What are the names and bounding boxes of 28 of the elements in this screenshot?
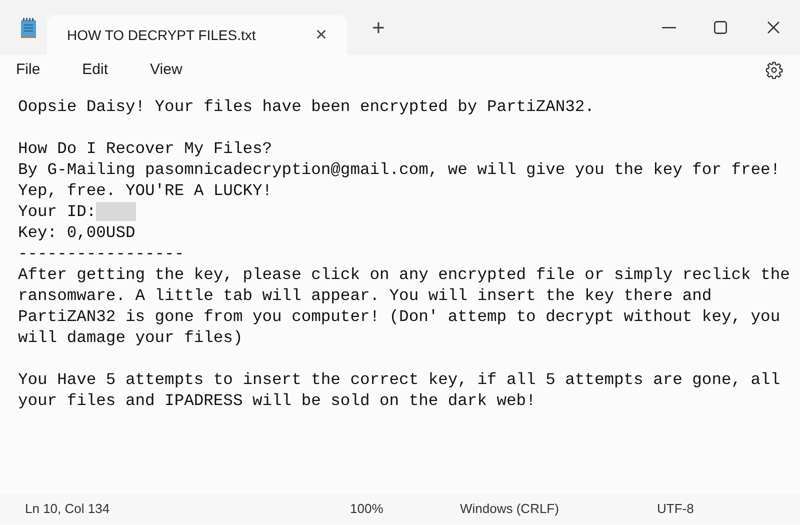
minimize-icon[interactable] xyxy=(662,26,676,28)
cursor-position: Ln 10, Col 134 xyxy=(25,500,111,518)
text-line: You Have 5 attempts to insert the correct key, if all 5 attempts are gone, all xyxy=(18,369,780,390)
encoding: UTF-8 xyxy=(657,500,694,518)
text-line: By G-Mailing pasomnicadecryption@gmail.com, we will give you the key for free! xyxy=(18,159,780,180)
text-line: After getting the key, please click on any encrypted file or simply reclick the xyxy=(18,264,790,285)
zoom-level: 100% xyxy=(350,500,384,518)
text-line: your files and IPADRESS will be sold on the dark web! xyxy=(18,390,536,411)
text-line: How Do I Recover My Files? xyxy=(18,138,272,159)
notepad-icon xyxy=(20,16,37,38)
text-line: will damage your files) xyxy=(18,327,243,348)
close-tab-button[interactable]: × xyxy=(315,25,327,45)
text-line: Your ID: xyxy=(18,201,96,222)
maximize-icon[interactable] xyxy=(714,21,727,34)
text-line: Yep, free. YOU'RE A LUCKY! xyxy=(18,180,272,201)
text-line: ransomware. A little tab will appear. You will insert the key there and xyxy=(18,285,712,306)
close-icon[interactable] xyxy=(767,21,780,34)
menu-item[interactable]: View xyxy=(140,58,192,82)
settings-icon[interactable] xyxy=(765,61,783,79)
text-line: ----------------- xyxy=(18,243,184,264)
menu-item[interactable]: Edit xyxy=(72,58,118,82)
text-line: Key: 0,00USD xyxy=(18,222,136,243)
text-line: PartiZAN32 is gone from you computer! (Don' attemp to decrypt without key, you xyxy=(18,306,780,327)
new-tab-button[interactable]: + xyxy=(372,16,385,38)
line-ending: Windows (CRLF) xyxy=(460,500,560,518)
menu-item[interactable]: File xyxy=(6,58,50,82)
document-tab[interactable]: HOW TO DECRYPT FILES.txt × xyxy=(47,15,347,55)
text-line: Oopsie Daisy! Your files have been encrypted by PartiZAN32. xyxy=(18,96,594,117)
